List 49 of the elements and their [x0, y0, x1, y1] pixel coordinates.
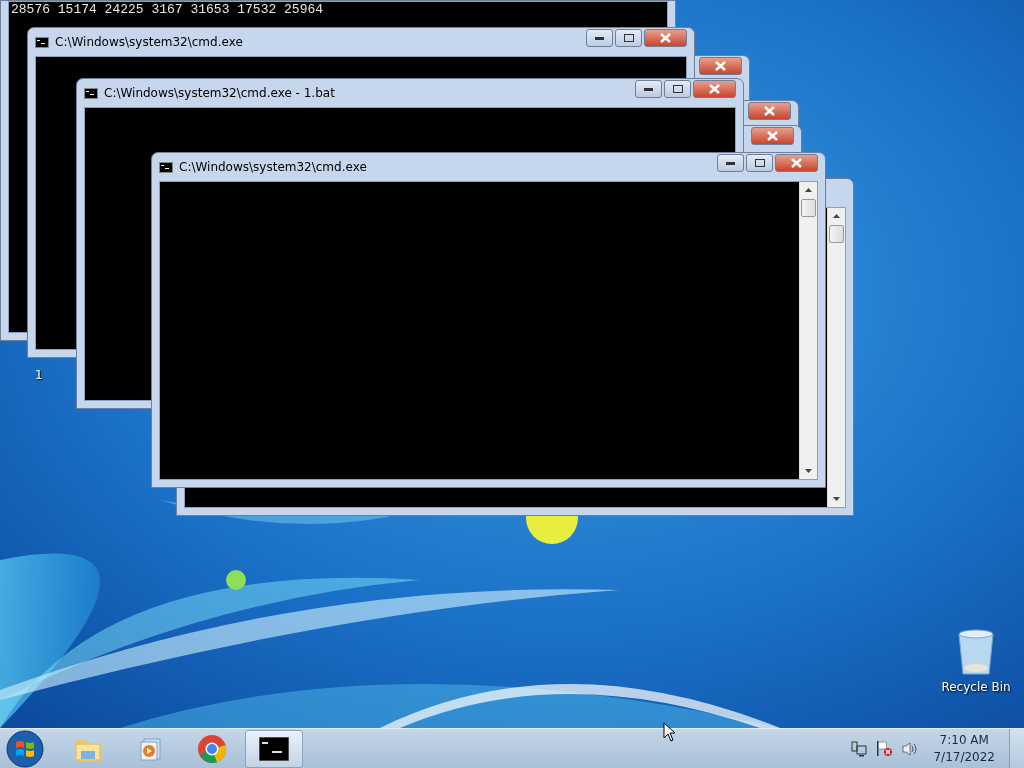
- close-icon: [764, 106, 775, 116]
- console-icon: [259, 736, 289, 761]
- close-icon: [709, 84, 720, 94]
- scrollbar[interactable]: [799, 182, 817, 479]
- close-button[interactable]: [644, 29, 687, 47]
- maximize-icon: [754, 159, 765, 167]
- minimize-icon: [726, 161, 735, 165]
- close-icon: [791, 158, 802, 168]
- maximize-icon: [623, 34, 634, 42]
- close-icon: [660, 33, 671, 43]
- maximize-icon: [672, 85, 683, 93]
- start-button[interactable]: [5, 728, 45, 768]
- clock-date: 7/17/2022: [933, 748, 995, 766]
- flag-icon[interactable]: [875, 740, 894, 757]
- minimize-icon: [595, 36, 604, 40]
- minimize-icon: [644, 87, 653, 91]
- browser-icon: [197, 733, 227, 764]
- speaker-icon[interactable]: [901, 740, 920, 757]
- maximize-button[interactable]: [615, 29, 642, 47]
- taskbar-button[interactable]: [245, 729, 303, 768]
- minimize-button[interactable]: [586, 29, 613, 47]
- scrollbar[interactable]: [827, 208, 845, 507]
- close-button[interactable]: [751, 127, 794, 145]
- minimize-button[interactable]: [717, 154, 744, 172]
- clock[interactable]: 7:10 AM 7/17/2022: [933, 731, 995, 766]
- cursor-icon: [663, 722, 676, 742]
- close-icon: [715, 61, 726, 71]
- console-icon: [159, 161, 173, 173]
- clock-time: 7:10 AM: [939, 731, 989, 749]
- console-icon: [84, 87, 98, 99]
- console-output: 28576 15174 24225 3167 31653 17532 25964: [11, 2, 325, 18]
- maximize-button[interactable]: [664, 80, 691, 98]
- scroll-thumb[interactable]: [829, 225, 844, 243]
- console-icon: [35, 36, 49, 48]
- desktop-icon-label[interactable]: Recycle Bin: [941, 680, 1011, 694]
- network-icon[interactable]: [851, 740, 868, 757]
- close-button[interactable]: [693, 80, 736, 98]
- recycle-bin-icon[interactable]: [956, 628, 996, 676]
- close-button[interactable]: [699, 57, 742, 75]
- scroll-thumb[interactable]: [801, 199, 816, 217]
- maximize-button[interactable]: [746, 154, 773, 172]
- desktop-label: 1: [35, 368, 43, 382]
- window-title: C:\Windows\system32\cmd.exe - 1.bat: [104, 86, 336, 100]
- close-button[interactable]: [775, 154, 818, 172]
- close-icon: [767, 131, 778, 141]
- window-title: C:\Windows\system32\cmd.exe: [179, 160, 368, 174]
- window-title: C:\Windows\system32\cmd.exe: [55, 35, 244, 49]
- minimize-button[interactable]: [635, 80, 662, 98]
- close-button[interactable]: [748, 102, 791, 120]
